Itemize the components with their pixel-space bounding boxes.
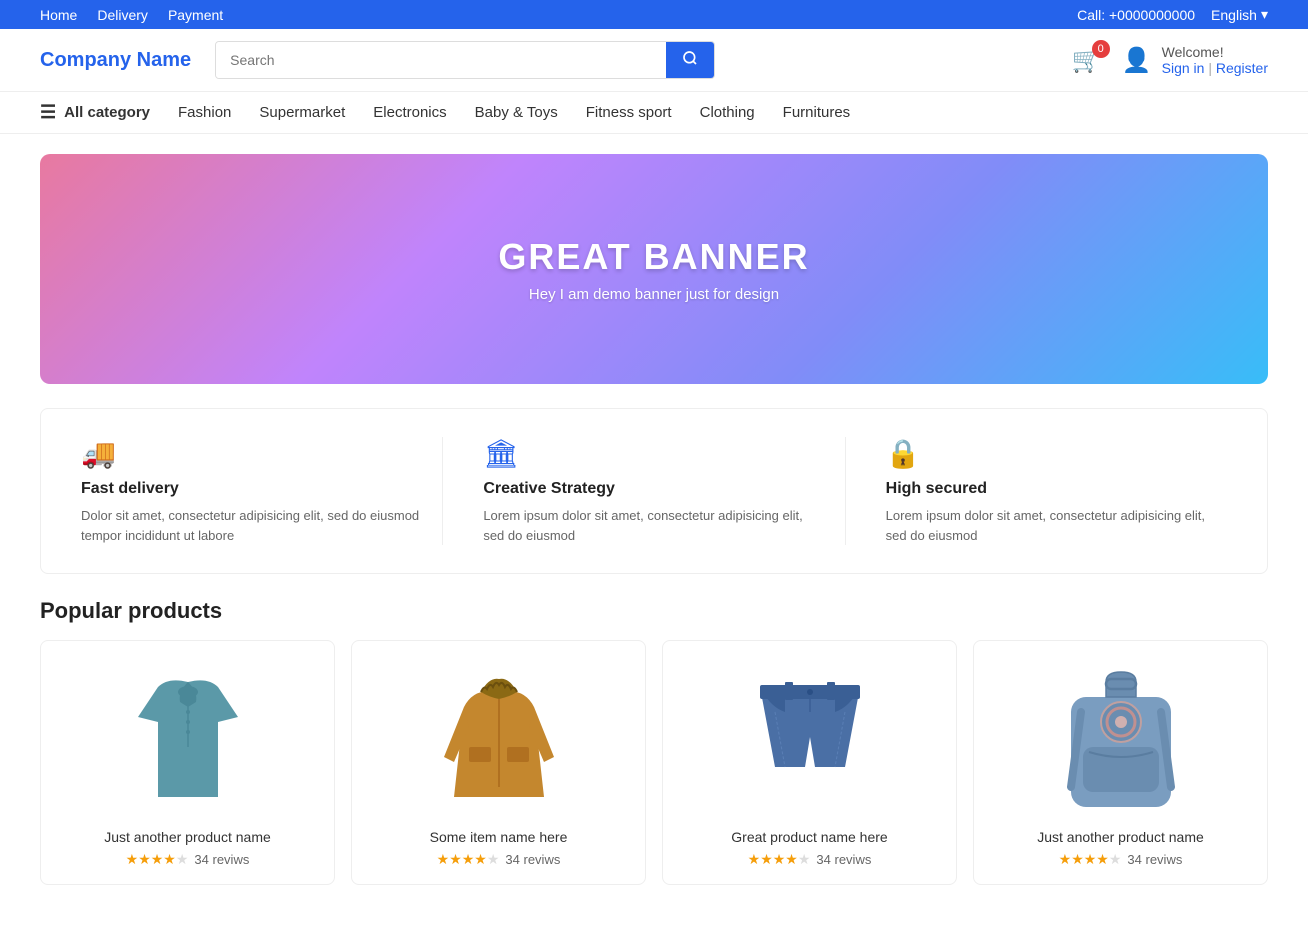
logo[interactable]: Company Name xyxy=(40,49,191,72)
product-rating-4: ★★★★★ 34 reviws xyxy=(1059,851,1183,868)
feature-desc-3: Lorem ipsum dolor sit amet, consectetur … xyxy=(886,506,1227,545)
product-rating-3: ★★★★★ 34 reviws xyxy=(748,851,872,868)
welcome-text: Welcome! xyxy=(1162,44,1268,60)
feature-title-1: Fast delivery xyxy=(81,480,422,498)
nav-home[interactable]: Home xyxy=(40,7,77,23)
search-input[interactable] xyxy=(216,42,666,78)
feature-title-3: High secured xyxy=(886,480,1227,498)
nav-payment[interactable]: Payment xyxy=(168,7,223,23)
search-bar xyxy=(215,41,715,79)
product-image-2 xyxy=(419,657,579,817)
banner-subtitle: Hey I am demo banner just for design xyxy=(529,286,779,303)
product-image-3 xyxy=(730,657,890,817)
product-name-3: Great product name here xyxy=(731,829,887,845)
nav-delivery[interactable]: Delivery xyxy=(97,7,148,23)
product-image-1 xyxy=(108,657,268,817)
nav-supermarket[interactable]: Supermarket xyxy=(259,104,345,121)
popular-products-section: Popular products Just another product xyxy=(40,598,1268,885)
reviews-4: 34 reviws xyxy=(1127,852,1182,867)
lock-icon: 🔒 xyxy=(886,437,1227,470)
search-button[interactable] xyxy=(666,42,714,78)
products-grid: Just another product name ★★★★★ 34 reviw… xyxy=(40,640,1268,885)
nav-clothing[interactable]: Clothing xyxy=(700,104,755,121)
product-rating-2: ★★★★★ 34 reviws xyxy=(437,851,561,868)
product-card-2[interactable]: Some item name here ★★★★★ 34 reviws xyxy=(351,640,646,885)
language-dropdown[interactable]: English ▾ xyxy=(1211,6,1268,23)
user-section: 👤 Welcome! Sign in | Register xyxy=(1122,44,1268,76)
sign-in-link[interactable]: Sign in xyxy=(1162,60,1205,76)
product-name-2: Some item name here xyxy=(430,829,568,845)
feature-creative-strategy: 🏛 Creative Strategy Lorem ipsum dolor si… xyxy=(463,437,845,545)
top-bar: Home Delivery Payment Call: +0000000000 … xyxy=(0,0,1308,29)
stars-1: ★★★★★ xyxy=(126,851,189,868)
stars-2: ★★★★★ xyxy=(437,851,500,868)
product-name-1: Just another product name xyxy=(104,829,271,845)
banner-title: GREAT BANNER xyxy=(498,236,809,278)
product-name-4: Just another product name xyxy=(1037,829,1204,845)
register-link[interactable]: Register xyxy=(1216,60,1268,76)
popular-products-title: Popular products xyxy=(40,598,1268,624)
reviews-3: 34 reviws xyxy=(816,852,871,867)
nav-furnitures[interactable]: Furnitures xyxy=(783,104,851,121)
nav-fashion[interactable]: Fashion xyxy=(178,104,231,121)
header-right: 🛒 0 👤 Welcome! Sign in | Register xyxy=(1072,44,1268,76)
header: Company Name 🛒 0 👤 Welcome! Sign in | Re… xyxy=(0,29,1308,92)
nav-baby-toys[interactable]: Baby & Toys xyxy=(475,104,558,121)
product-card-3[interactable]: Great product name here ★★★★★ 34 reviws xyxy=(662,640,957,885)
stars-3: ★★★★★ xyxy=(748,851,811,868)
all-category-button[interactable]: ☰ All category xyxy=(40,102,150,123)
cart-count-badge: 0 xyxy=(1092,40,1110,58)
nav-electronics[interactable]: Electronics xyxy=(373,104,446,121)
category-nav: ☰ All category Fashion Supermarket Elect… xyxy=(0,92,1308,134)
reviews-2: 34 reviws xyxy=(505,852,560,867)
feature-fast-delivery: 🚚 Fast delivery Dolor sit amet, consecte… xyxy=(61,437,443,545)
chevron-down-icon: ▾ xyxy=(1261,6,1268,23)
features-section: 🚚 Fast delivery Dolor sit amet, consecte… xyxy=(40,408,1268,574)
language-label: English xyxy=(1211,7,1257,23)
product-card-4[interactable]: Just another product name ★★★★★ 34 reviw… xyxy=(973,640,1268,885)
strategy-icon: 🏛 xyxy=(483,437,824,470)
stars-4: ★★★★★ xyxy=(1059,851,1122,868)
product-image-4 xyxy=(1041,657,1201,817)
all-category-label: All category xyxy=(64,104,150,121)
search-icon xyxy=(682,50,698,66)
nav-fitness[interactable]: Fitness sport xyxy=(586,104,672,121)
top-bar-right: Call: +0000000000 English ▾ xyxy=(1077,6,1268,23)
product-rating-1: ★★★★★ 34 reviws xyxy=(126,851,250,868)
cart-button[interactable]: 🛒 0 xyxy=(1072,46,1102,75)
user-text: Welcome! Sign in | Register xyxy=(1162,44,1268,76)
separator: | xyxy=(1208,60,1212,76)
feature-title-2: Creative Strategy xyxy=(483,480,824,498)
hero-banner: GREAT BANNER Hey I am demo banner just f… xyxy=(40,154,1268,384)
feature-high-secured: 🔒 High secured Lorem ipsum dolor sit ame… xyxy=(866,437,1247,545)
phone-number: Call: +0000000000 xyxy=(1077,7,1195,23)
hamburger-icon: ☰ xyxy=(40,102,56,123)
product-card-1[interactable]: Just another product name ★★★★★ 34 reviw… xyxy=(40,640,335,885)
reviews-1: 34 reviws xyxy=(194,852,249,867)
top-nav-links: Home Delivery Payment xyxy=(40,7,223,23)
user-icon: 👤 xyxy=(1122,46,1152,75)
feature-desc-1: Dolor sit amet, consectetur adipisicing … xyxy=(81,506,422,545)
delivery-icon: 🚚 xyxy=(81,437,422,470)
feature-desc-2: Lorem ipsum dolor sit amet, consectetur … xyxy=(483,506,824,545)
